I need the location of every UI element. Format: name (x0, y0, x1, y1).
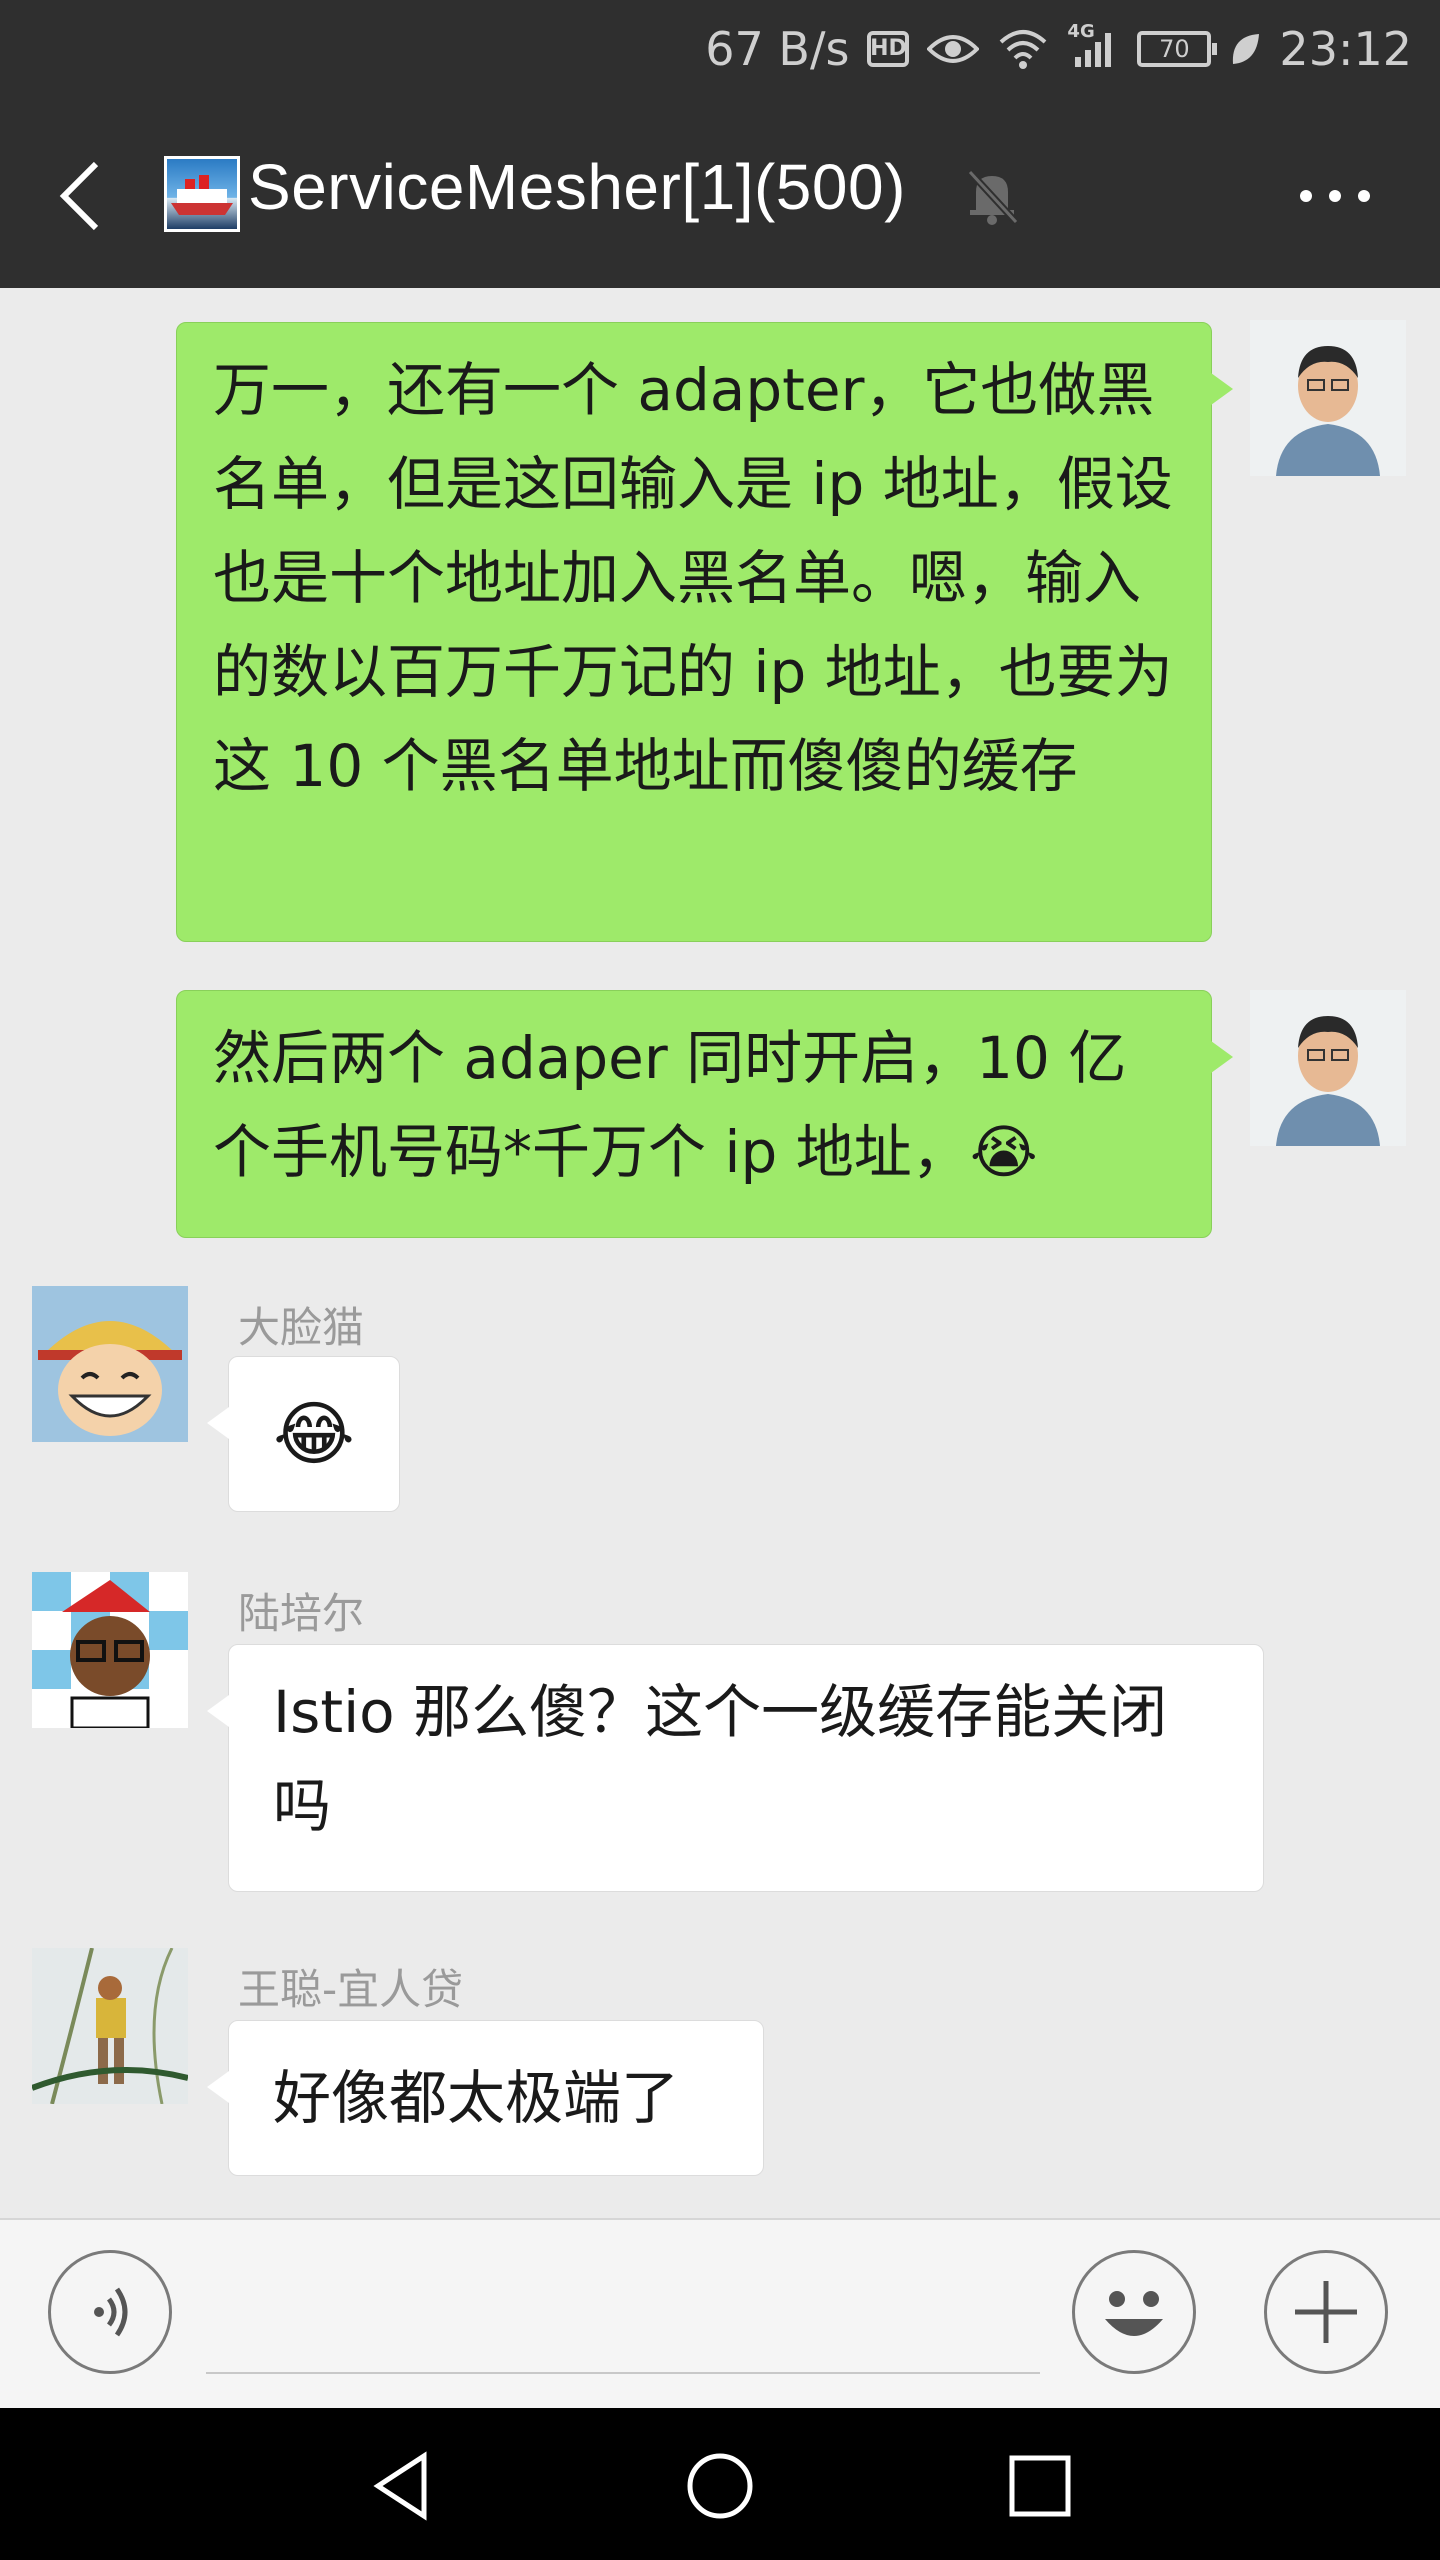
mute-bell-icon (962, 164, 1022, 228)
leaf-icon (1229, 30, 1261, 68)
sender-name: 王聪-宜人贷 (238, 1965, 464, 2014)
message-bubble-own[interactable]: 万一，还有一个 adapter，它也做黑名单，但是这回输入是 ip 地址，假设也… (176, 322, 1233, 942)
voice-button[interactable] (48, 2250, 172, 2374)
plus-icon (1295, 2281, 1357, 2343)
sender-name: 大脸猫 (238, 1303, 365, 1352)
more-dots-icon (1300, 190, 1370, 202)
chat-header: ServiceMesher[1](500) (0, 100, 1440, 288)
chat-messages: 万一，还有一个 adapter，它也做黑名单，但是这回输入是 ip 地址，假设也… (0, 288, 1440, 2218)
self-avatar[interactable] (1250, 990, 1406, 1146)
back-button[interactable] (40, 144, 140, 244)
nav-recents-icon (1009, 2455, 1071, 2517)
hd-icon: HD (867, 31, 910, 67)
nav-home-button[interactable] (682, 2448, 758, 2524)
back-arrow-icon (59, 161, 99, 231)
user-avatar[interactable] (32, 1286, 188, 1442)
status-bar: 67 B/s HD 4G 70 23:12 (0, 0, 1440, 100)
emoji-icon (1105, 2291, 1163, 2336)
sender-name: 陆培尔 (238, 1589, 365, 1638)
self-avatar[interactable] (1250, 320, 1406, 476)
nav-back-button[interactable] (364, 2448, 440, 2524)
more-options-button[interactable] (1290, 174, 1380, 218)
message-text: 万一，还有一个 adapter，它也做黑名单，但是这回输入是 ip 地址，假设也… (213, 356, 1173, 800)
network-type-label: 4G (1067, 21, 1095, 42)
group-avatar-icon (164, 156, 240, 232)
nav-recents-button[interactable] (1002, 2448, 1078, 2524)
wifi-icon (997, 28, 1049, 70)
message-bubble-other[interactable]: Istio 那么傻？这个一级缓存能关闭吗 (207, 1644, 1264, 1892)
nav-home-icon (687, 2453, 753, 2519)
message-text: Istio 那么傻？这个一级缓存能关闭吗 (273, 1678, 1168, 1840)
signal-icon: 4G (1067, 21, 1119, 69)
emoji-button[interactable] (1072, 2250, 1196, 2374)
message-bubble-own[interactable]: 然后两个 adaper 同时开启，10 亿个手机号码*千万个 ip 地址，😭 (176, 990, 1233, 1238)
message-input[interactable] (206, 2372, 1040, 2374)
user-avatar[interactable] (32, 1572, 188, 1728)
user-avatar[interactable] (32, 1948, 188, 2104)
voice-icon (94, 2287, 128, 2337)
message-text: 好像都太极端了 (273, 2064, 680, 2132)
chat-title: ServiceMesher[1](500) (248, 151, 906, 223)
crying-emoji-icon: 😭 (969, 1118, 1038, 1186)
system-nav-bar (0, 2408, 1440, 2560)
nav-back-icon (373, 2451, 427, 2521)
net-speed: 67 B/s (705, 22, 850, 76)
input-bar (0, 2218, 1440, 2410)
message-bubble-other[interactable]: 好像都太极端了 (207, 2020, 764, 2176)
eye-icon (927, 31, 980, 67)
plus-button[interactable] (1264, 2250, 1388, 2374)
clock: 23:12 (1279, 22, 1412, 76)
laughing-emoji-icon: 😂 (273, 1393, 355, 1475)
battery-icon: 70 (1137, 31, 1218, 67)
message-bubble-other[interactable]: 😂 (207, 1356, 400, 1512)
